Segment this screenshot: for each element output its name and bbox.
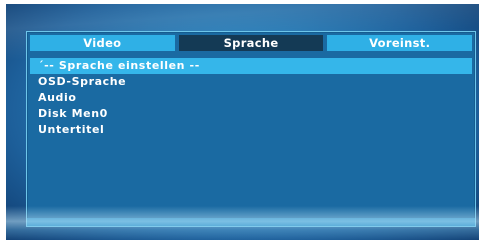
osd-menu-panel: Video Sprache Voreinst. ´-- Sprache eins…	[26, 31, 476, 227]
menu-item-audio[interactable]: Audio	[30, 90, 472, 106]
menu-item-sprache-einstellen[interactable]: ´-- Sprache einstellen --	[30, 58, 472, 74]
tab-sprache[interactable]: Sprache	[178, 35, 324, 51]
menu-item-disk-menu[interactable]: Disk Men0	[30, 106, 472, 122]
tab-voreinst[interactable]: Voreinst.	[327, 35, 473, 51]
menu-list: ´-- Sprache einstellen -- OSD-Sprache Au…	[30, 58, 472, 138]
tv-screen: Video Sprache Voreinst. ´-- Sprache eins…	[6, 4, 479, 240]
menu-item-untertitel[interactable]: Untertitel	[30, 122, 472, 138]
menu-item-osd-sprache[interactable]: OSD-Sprache	[30, 74, 472, 90]
menu-footer-bar	[27, 218, 475, 226]
tab-video[interactable]: Video	[30, 35, 175, 51]
menu-tab-bar: Video Sprache Voreinst.	[30, 35, 473, 51]
